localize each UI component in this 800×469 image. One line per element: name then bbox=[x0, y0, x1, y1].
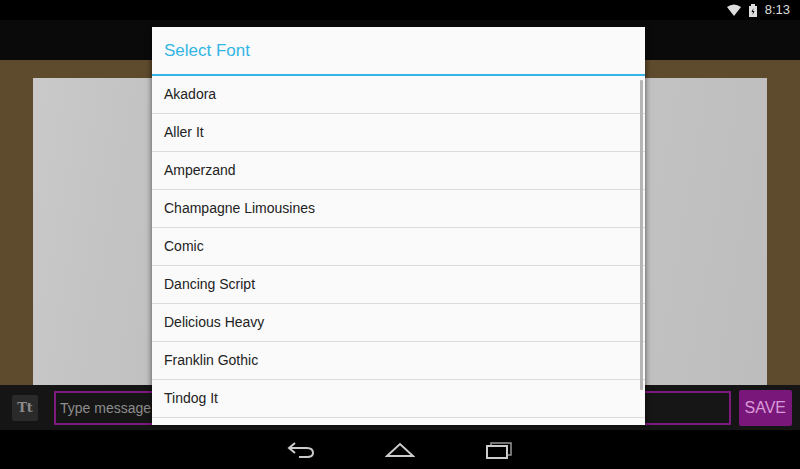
recents-icon[interactable] bbox=[485, 441, 513, 459]
font-label: Delicious Heavy bbox=[164, 312, 264, 333]
font-label: Tindog It bbox=[164, 388, 218, 409]
scrollbar[interactable] bbox=[640, 80, 643, 390]
font-item[interactable]: Aller It bbox=[152, 114, 645, 152]
font-label: Aller It bbox=[164, 122, 204, 143]
font-item[interactable]: Dancing Script bbox=[152, 266, 645, 304]
font-dialog: Select Font Akadora Aller It Amperzand Cham… bbox=[152, 27, 645, 425]
battery-icon bbox=[749, 4, 757, 17]
font-item[interactable]: Akadora bbox=[152, 76, 645, 114]
font-label: Champagne Limousines bbox=[164, 198, 315, 219]
home-icon[interactable] bbox=[385, 442, 415, 458]
dialog-title: Select Font bbox=[152, 27, 645, 76]
font-list[interactable]: Akadora Aller It Amperzand Champagne Limous… bbox=[152, 76, 645, 423]
font-button[interactable]: Tt bbox=[12, 395, 38, 421]
clock: 8:13 bbox=[765, 0, 790, 20]
font-item[interactable]: Comic bbox=[152, 228, 645, 266]
save-button[interactable]: SAVE bbox=[739, 390, 793, 426]
font-item[interactable]: Franklin Gothic bbox=[152, 342, 645, 380]
font-label: Franklin Gothic bbox=[164, 350, 258, 371]
back-icon[interactable] bbox=[287, 441, 315, 459]
font-item[interactable]: Tindog It bbox=[152, 380, 645, 418]
font-item[interactable]: Champagne Limousines bbox=[152, 190, 645, 228]
font-label: Akadora bbox=[164, 84, 216, 105]
font-item[interactable]: Delicious Heavy bbox=[152, 304, 645, 342]
status-bar: 8:13 bbox=[0, 0, 800, 20]
font-label: Comic bbox=[164, 236, 204, 257]
font-label: Amperzand bbox=[164, 160, 236, 181]
wifi-icon bbox=[727, 4, 741, 16]
nav-bar bbox=[0, 430, 800, 469]
font-item[interactable]: Amperzand bbox=[152, 152, 645, 190]
font-label: Dancing Script bbox=[164, 274, 255, 295]
